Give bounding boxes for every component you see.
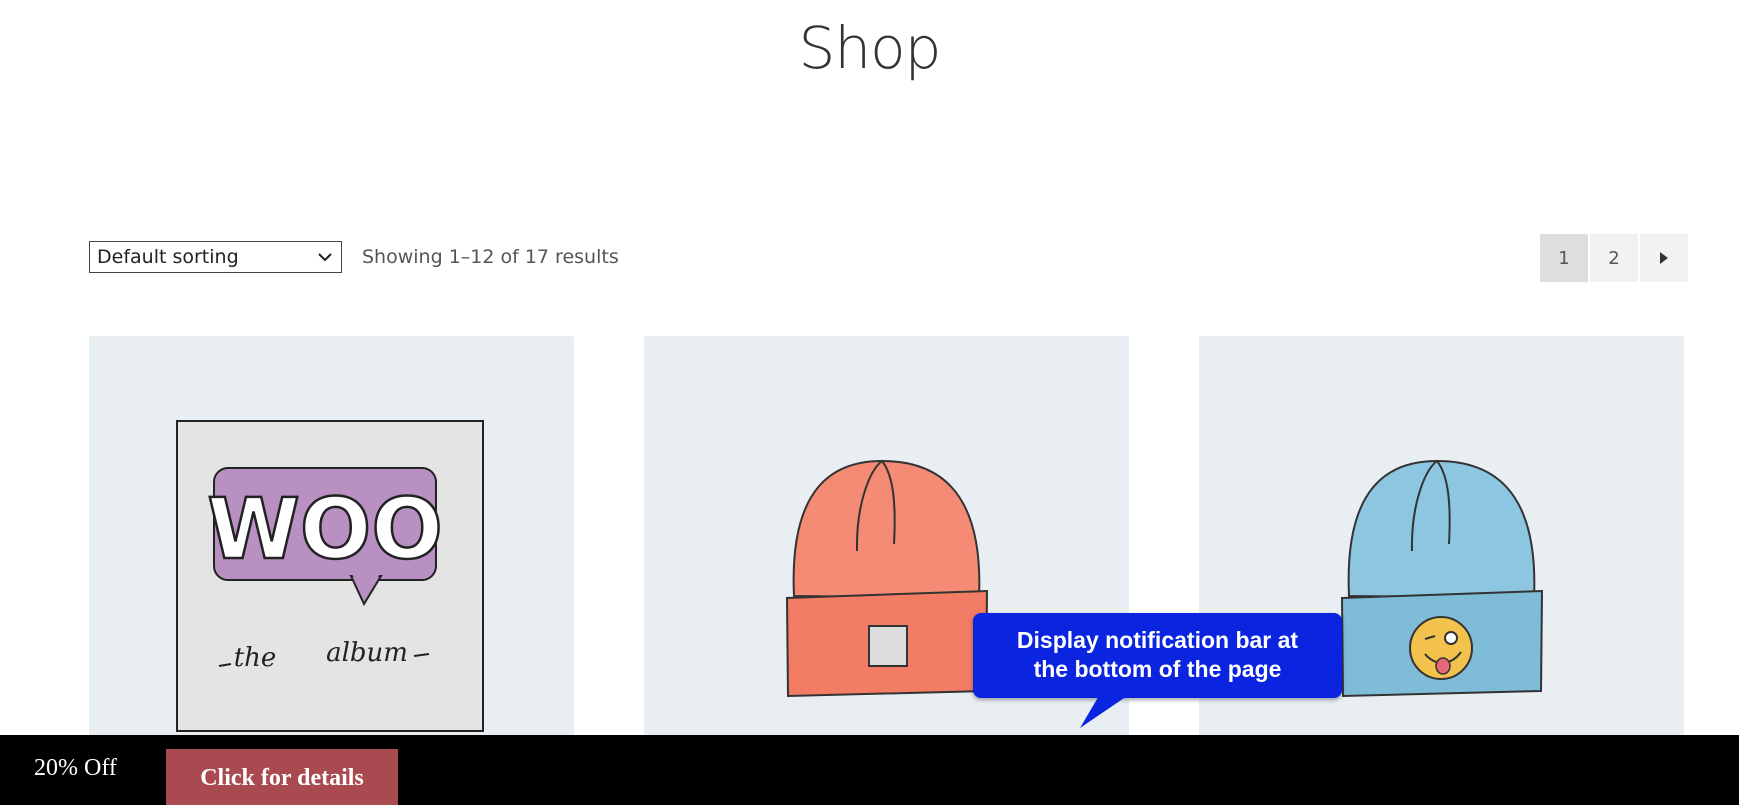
click-for-details-button[interactable]: Click for details bbox=[166, 749, 398, 805]
callout-line-1: Display notification bar at bbox=[1016, 627, 1299, 653]
sort-select[interactable]: Default sorting bbox=[89, 241, 342, 273]
album-cover-image: WOO the album bbox=[176, 420, 484, 732]
product-card-album[interactable]: WOO the album bbox=[89, 336, 574, 736]
page-2-link[interactable]: 2 bbox=[1590, 234, 1638, 282]
chevron-down-icon bbox=[318, 253, 332, 262]
album-album-text: album bbox=[326, 638, 408, 668]
page-title: Shop bbox=[798, 14, 942, 82]
album-woo-text: WOO bbox=[207, 480, 442, 578]
notification-bar: 20% Off Click for details bbox=[0, 735, 1739, 805]
notification-text: 20% Off bbox=[34, 755, 117, 781]
annotation-callout: Display notification bar at the bottom o… bbox=[973, 613, 1342, 698]
callout-line-2: the bottom of the page bbox=[1033, 656, 1282, 682]
caret-right-icon bbox=[1660, 252, 1668, 264]
album-the-text: the bbox=[234, 643, 277, 673]
sort-selected-value: Default sorting bbox=[97, 246, 239, 268]
page-1-link[interactable]: 1 bbox=[1540, 234, 1588, 282]
next-page-link[interactable] bbox=[1640, 234, 1688, 282]
callout-tail bbox=[1080, 694, 1130, 728]
result-count: Showing 1–12 of 17 results bbox=[362, 246, 619, 268]
